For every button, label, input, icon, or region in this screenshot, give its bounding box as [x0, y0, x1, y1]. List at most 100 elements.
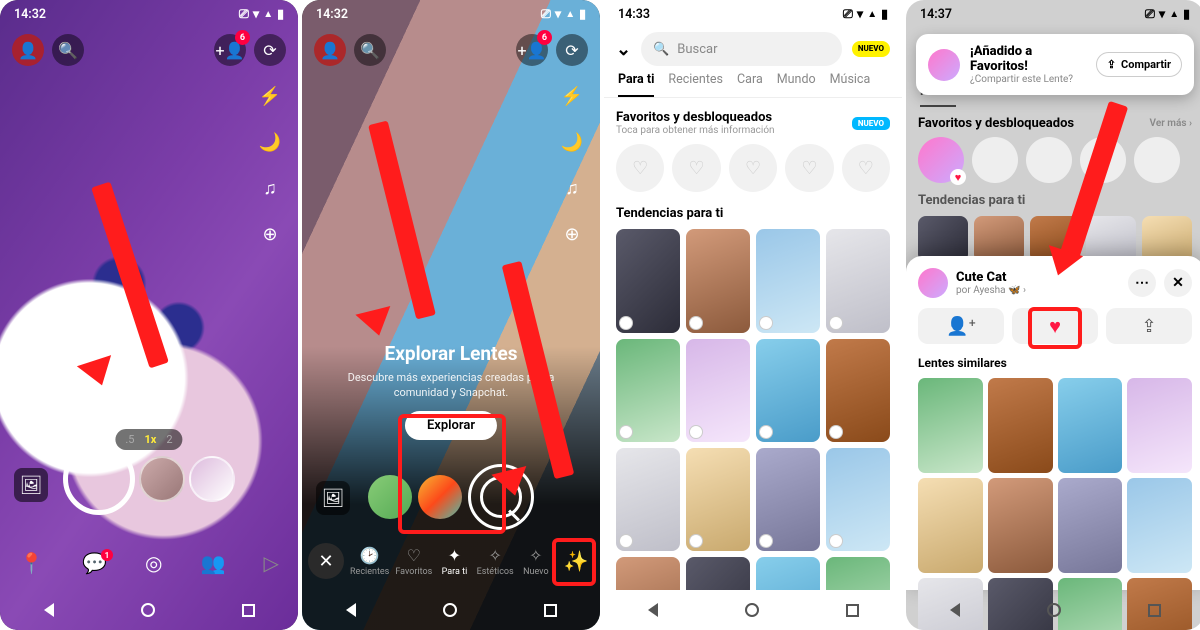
lens-tile[interactable]: [826, 557, 890, 590]
night-icon[interactable]: 🌙: [556, 126, 588, 158]
tab-nuevo[interactable]: ✧Nuevo: [520, 546, 552, 577]
tab-spotlight-icon[interactable]: ▷: [264, 551, 279, 575]
collapse-button[interactable]: ⌄: [616, 39, 631, 60]
search-input[interactable]: 🔍 Buscar: [641, 32, 842, 66]
more-button[interactable]: ⋯: [1128, 269, 1156, 297]
see-more-link[interactable]: Ver más ›: [1150, 118, 1192, 129]
tab-para-ti[interactable]: Para ti: [618, 72, 654, 97]
flip-camera-button[interactable]: ⟳: [556, 34, 588, 66]
favorite-slot[interactable]: ♡: [729, 144, 777, 192]
tab-recientes[interactable]: 🕑Recientes: [350, 546, 389, 577]
lens-tile[interactable]: [756, 557, 820, 590]
favorite-slot[interactable]: [972, 137, 1018, 183]
lens-tile[interactable]: [1058, 378, 1123, 473]
nav-back-icon[interactable]: [346, 603, 356, 617]
lens-chip-2[interactable]: [189, 456, 235, 502]
plus-icon[interactable]: ⊕: [556, 218, 588, 250]
nav-recents-icon[interactable]: [1148, 604, 1161, 617]
lens-tile[interactable]: [756, 448, 820, 551]
lens-chip-1[interactable]: [139, 456, 185, 502]
nav-home-icon[interactable]: [745, 603, 759, 617]
explore-button[interactable]: Explorar: [405, 411, 497, 440]
flash-icon[interactable]: ⚡: [254, 80, 286, 112]
tab-para-ti[interactable]: ✦Para ti: [438, 546, 470, 577]
tab-recientes[interactable]: Recientes: [668, 72, 723, 97]
favorite-slot[interactable]: [1026, 137, 1072, 183]
lens-tile[interactable]: [686, 557, 750, 590]
favorite-button[interactable]: ♥: [1012, 308, 1098, 344]
lens-tile[interactable]: [918, 378, 983, 473]
favorite-slot[interactable]: ♡: [842, 144, 890, 192]
lens-tile[interactable]: [616, 339, 680, 442]
favorite-slot[interactable]: [1080, 137, 1126, 183]
lens-tile[interactable]: [756, 339, 820, 442]
lens-tile[interactable]: [756, 229, 820, 332]
lens-tile[interactable]: [1127, 478, 1192, 573]
nav-home-icon[interactable]: [141, 603, 155, 617]
lens-tile[interactable]: [616, 448, 680, 551]
favorite-slot[interactable]: ♡: [785, 144, 833, 192]
nav-back-icon[interactable]: [44, 603, 54, 617]
profile-button[interactable]: 👤: [314, 34, 346, 66]
lens-chip[interactable]: [368, 475, 412, 519]
lens-tile[interactable]: [988, 478, 1053, 573]
similar-header: Lentes similares: [918, 356, 1192, 370]
nav-recents-icon[interactable]: [242, 604, 255, 617]
music-icon[interactable]: ♫: [556, 172, 588, 204]
lens-browse-button[interactable]: ✨: [558, 543, 594, 579]
share-button[interactable]: ⇪ Compartir: [1096, 52, 1182, 77]
nav-back-icon[interactable]: [648, 603, 658, 617]
plus-icon[interactable]: ⊕: [254, 218, 286, 250]
lens-tile[interactable]: [686, 448, 750, 551]
nuevo-badge[interactable]: NUEVO: [852, 41, 890, 57]
add-friend-button[interactable]: +👤 6: [214, 34, 246, 66]
tab-stories-icon[interactable]: 👥: [201, 551, 226, 575]
lens-tile[interactable]: [1058, 478, 1123, 573]
tab-chat-icon[interactable]: 💬1: [82, 551, 107, 575]
cast-icon: ⎚: [1145, 7, 1155, 22]
status-time: 14:37: [920, 7, 952, 22]
lens-tile[interactable]: [826, 229, 890, 332]
add-friend-button[interactable]: +👤6: [516, 34, 548, 66]
close-lenses-button[interactable]: ✕: [308, 543, 344, 579]
tab-cara[interactable]: Cara: [737, 72, 763, 97]
night-icon[interactable]: 🌙: [254, 126, 286, 158]
lens-tile[interactable]: [988, 378, 1053, 473]
tab-favoritos[interactable]: ♡Favoritos: [395, 546, 432, 577]
tab-mundo[interactable]: Mundo: [777, 72, 816, 97]
lens-tile[interactable]: [918, 478, 983, 573]
lens-tile[interactable]: [1127, 378, 1192, 473]
music-icon[interactable]: ♫: [254, 172, 286, 204]
favorite-slot[interactable]: ♡: [672, 144, 720, 192]
flash-icon[interactable]: ⚡: [556, 80, 588, 112]
lens-tile[interactable]: [686, 229, 750, 332]
nav-recents-icon[interactable]: [544, 604, 557, 617]
favorite-lens[interactable]: ♥: [918, 137, 964, 183]
nav-back-icon[interactable]: [950, 603, 960, 617]
tab-esteticos[interactable]: ✧Estéticos: [477, 546, 514, 577]
share-action-button[interactable]: ⇪: [1106, 308, 1192, 344]
flip-camera-button[interactable]: ⟳: [254, 34, 286, 66]
lens-tile[interactable]: [616, 557, 680, 590]
favorite-slot[interactable]: ♡: [616, 144, 664, 192]
tab-musica[interactable]: Música: [830, 72, 871, 97]
lens-tile[interactable]: [616, 229, 680, 332]
nav-home-icon[interactable]: [443, 603, 457, 617]
profile-button[interactable]: 👤: [12, 34, 44, 66]
nav-recents-icon[interactable]: [846, 604, 859, 617]
lens-tile[interactable]: [826, 448, 890, 551]
tab-camera-icon[interactable]: ◎: [145, 551, 162, 575]
favorite-slot[interactable]: [1134, 137, 1180, 183]
search-button[interactable]: 🔍: [52, 34, 84, 66]
lens-author[interactable]: por Ayesha 🦋 ›: [956, 285, 1026, 296]
lens-tile[interactable]: [686, 339, 750, 442]
lens-explorer-button[interactable]: [468, 464, 534, 530]
nav-home-icon[interactable]: [1047, 603, 1061, 617]
search-button[interactable]: 🔍: [354, 34, 386, 66]
close-button[interactable]: ✕: [1164, 269, 1192, 297]
lens-chip[interactable]: [418, 475, 462, 519]
add-user-button[interactable]: 👤⁺: [918, 308, 1004, 344]
lens-tile[interactable]: [826, 339, 890, 442]
shutter-button[interactable]: [63, 443, 135, 515]
tab-map-icon[interactable]: 📍: [19, 551, 44, 575]
